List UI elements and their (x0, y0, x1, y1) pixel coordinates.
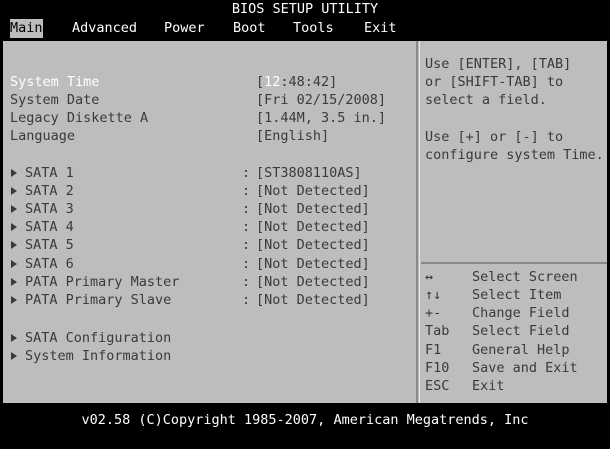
drive-label: SATA 4 (25, 219, 74, 235)
system-date-value[interactable]: [Fri 02/15/2008] (256, 91, 386, 109)
tab-main[interactable]: Main (10, 19, 43, 38)
language-label: Language (10, 128, 76, 144)
key-desc: Save and Exit (472, 360, 578, 376)
submenu-arrow-icon (10, 273, 20, 291)
system-time-label: System Time (10, 74, 100, 90)
submenu-arrow-icon (10, 291, 20, 309)
legacy-diskette-label: Legacy Diskette A (10, 110, 149, 126)
drive-value: [ST3808110AS] (256, 165, 362, 181)
drive-row-pata-primary-master[interactable]: PATA Primary Master : [Not Detected] (10, 273, 410, 291)
up-down-arrow-icon: ↑↓ (425, 287, 442, 303)
submenu-arrow-icon (10, 255, 20, 273)
drive-row-sata-5[interactable]: SATA 5 : [Not Detected] (10, 236, 410, 254)
legacy-diskette-row[interactable]: Legacy Diskette A [1.44M, 3.5 in.] (10, 109, 410, 127)
drive-colon: : (242, 183, 251, 199)
key-desc: Change Field (472, 305, 570, 321)
copyright-footer: v02.58 (C)Copyright 1985-2007, American … (0, 410, 610, 431)
key-legend-row: ↑↓ Select Item (425, 286, 605, 304)
drive-row-sata-2[interactable]: SATA 2 : [Not Detected] (10, 182, 410, 200)
panel-divider (416, 41, 418, 403)
key-legend-row: +- Change Field (425, 304, 605, 322)
tab-key: Tab (425, 323, 450, 339)
key-legend-row: ↔ Select Screen (425, 268, 605, 286)
submenu-arrow-icon (10, 329, 20, 347)
key-desc: Select Screen (472, 269, 578, 285)
drive-value: [Not Detected] (256, 201, 370, 217)
drive-value: [Not Detected] (256, 237, 370, 253)
key-legend-row: F10 Save and Exit (425, 359, 605, 377)
plus-minus-key: +- (425, 305, 442, 321)
submenu-arrow-icon (10, 236, 20, 254)
drive-row-sata-6[interactable]: SATA 6 : [Not Detected] (10, 255, 410, 273)
tab-advanced[interactable]: Advanced (72, 19, 137, 38)
key-legend-row: ESC Exit (425, 377, 605, 395)
submenu-system-information[interactable]: System Information (10, 347, 410, 365)
submenu-arrow-icon (10, 182, 20, 200)
drive-value: [Not Detected] (256, 274, 370, 290)
panel-divider-highlight (419, 41, 420, 403)
system-date-label: System Date (10, 92, 100, 108)
drive-label: SATA 5 (25, 237, 74, 253)
drive-colon: : (242, 219, 251, 235)
system-time-row[interactable]: System Time [12:48:42] (10, 73, 410, 91)
submenu-sata-configuration[interactable]: SATA Configuration (10, 329, 410, 347)
system-date-row[interactable]: System Date [Fri 02/15/2008] (10, 91, 410, 109)
legacy-diskette-value[interactable]: [1.44M, 3.5 in.] (256, 109, 386, 127)
tab-tools[interactable]: Tools (293, 19, 334, 38)
drive-value: [Not Detected] (256, 292, 370, 308)
drive-row-sata-3[interactable]: SATA 3 : [Not Detected] (10, 200, 410, 218)
drive-colon: : (242, 201, 251, 217)
system-time-hour[interactable]: 12 (264, 74, 280, 90)
drive-colon: : (242, 256, 251, 272)
submenu-arrow-icon (10, 164, 20, 182)
drive-label: PATA Primary Master (25, 274, 180, 290)
tab-boot[interactable]: Boot (233, 19, 266, 38)
key-desc: General Help (472, 342, 570, 358)
language-value[interactable]: [English] (256, 127, 329, 145)
drive-colon: : (242, 237, 251, 253)
drive-colon: : (242, 292, 251, 308)
drive-label: SATA 6 (25, 256, 74, 272)
help-text-configure: Use [+] or [-] to configure system Time. (425, 129, 604, 163)
submenu-label: System Information (25, 348, 172, 364)
tab-power[interactable]: Power (164, 19, 205, 38)
drive-label: PATA Primary Slave (25, 292, 172, 308)
drive-colon: : (242, 274, 251, 290)
key-desc: Select Field (472, 323, 570, 339)
system-time-value[interactable]: [12:48:42] (256, 73, 337, 91)
submenu-arrow-icon (10, 347, 20, 365)
help-divider (421, 262, 607, 264)
key-legend-row: Tab Select Field (425, 322, 605, 340)
language-row[interactable]: Language [English] (10, 127, 410, 145)
bios-title: BIOS SETUP UTILITY (0, 0, 610, 19)
tab-exit[interactable]: Exit (364, 19, 397, 38)
main-panel: System Time [12:48:42] System Date [Fri … (3, 41, 607, 403)
submenu-arrow-icon (10, 218, 20, 236)
key-desc: Select Item (472, 287, 562, 303)
key-desc: Exit (472, 378, 505, 394)
f1-key: F1 (425, 342, 442, 358)
drive-row-pata-primary-slave[interactable]: PATA Primary Slave : [Not Detected] (10, 291, 410, 309)
drive-value: [Not Detected] (256, 219, 370, 235)
drive-value: [Not Detected] (256, 183, 370, 199)
submenu-label: SATA Configuration (25, 330, 172, 346)
key-legend-row: F1 General Help (425, 341, 605, 359)
menu-bar: Main Advanced Power Boot Tools Exit (0, 19, 610, 38)
drive-colon: : (242, 165, 251, 181)
help-text-navigation: Use [ENTER], [TAB] or [SHIFT-TAB] to sel… (425, 56, 572, 108)
esc-key: ESC (425, 378, 450, 394)
drive-label: SATA 1 (25, 165, 74, 181)
drive-label: SATA 2 (25, 183, 74, 199)
submenu-arrow-icon (10, 200, 20, 218)
f10-key: F10 (425, 360, 450, 376)
drive-row-sata-4[interactable]: SATA 4 : [Not Detected] (10, 218, 410, 236)
drive-row-sata-1[interactable]: SATA 1 : [ST3808110AS] (10, 164, 410, 182)
drive-value: [Not Detected] (256, 256, 370, 272)
left-right-arrow-icon: ↔ (425, 269, 434, 285)
drive-label: SATA 3 (25, 201, 74, 217)
